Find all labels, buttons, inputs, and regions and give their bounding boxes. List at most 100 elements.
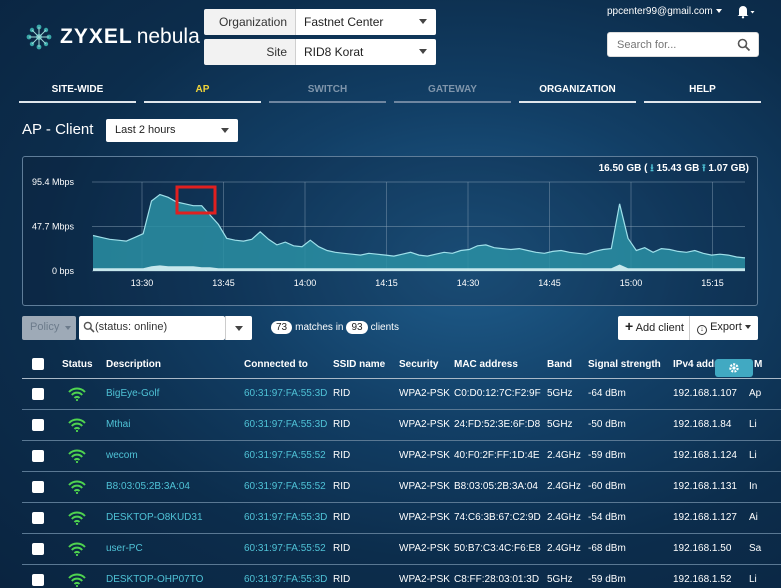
table-cell-connected-to[interactable]: 60:31:97:FA:55:3D [244,419,327,430]
matches-count: 73 [271,321,293,334]
x-tick-label: 14:00 [294,278,317,288]
tab-organization[interactable]: ORGANIZATION [519,80,636,103]
export-button[interactable]: ↓ Export [690,316,758,340]
table-row[interactable]: user-PC 60:31:97:FA:55:52 RID WPA2-PSK 50:B7… [22,534,781,565]
table-cell-description[interactable]: BigEye-Golf [106,388,159,399]
table-cell-mac: C0:D0:12:7C:F2:9F [454,388,541,399]
table-cell-extra: Sa [749,543,762,554]
table-cell-connected-to[interactable]: 60:31:97:FA:55:3D [244,388,327,399]
col-mac-address[interactable]: MAC address [454,359,518,370]
row-checkbox[interactable] [32,450,44,462]
policy-button[interactable]: Policy [22,316,76,340]
time-range-select[interactable]: Last 2 hours [106,119,238,142]
site-selector[interactable]: Site RID8 Korat [204,39,436,65]
add-client-button[interactable]: + Add client [618,316,690,340]
download-circle-icon: ↓ [697,325,707,335]
tab-ap[interactable]: AP [144,80,261,103]
wifi-signal-icon [68,387,86,402]
table-cell-connected-to[interactable]: 60:31:97:FA:55:3D [244,512,327,523]
col-connected-to[interactable]: Connected to [244,359,308,370]
col-signal-strength[interactable]: Signal strength [588,359,661,370]
table-cell-security: WPA2-PSK [399,419,450,430]
col-more[interactable]: M [754,359,762,370]
table-cell-connected-to[interactable]: 60:31:97:FA:55:3D [244,574,327,585]
row-checkbox[interactable] [32,574,44,586]
table-cell-ipv4: 192.168.1.84 [673,419,732,430]
table-cell-connected-to[interactable]: 60:31:97:FA:55:52 [244,450,326,461]
search-box[interactable] [607,32,759,57]
table-row[interactable]: Mthai 60:31:97:FA:55:3D RID WPA2-PSK 24:FD:5… [22,410,781,441]
col-ssid-name[interactable]: SSID name [333,359,385,370]
x-tick-label: 13:45 [212,278,235,288]
tab-help[interactable]: HELP [644,80,761,103]
tab-gateway[interactable]: GATEWAY [394,80,511,103]
table-cell-connected-to[interactable]: 60:31:97:FA:55:52 [244,543,326,554]
table-cell-security: WPA2-PSK [399,543,450,554]
table-cell-extra: Ai [749,512,758,523]
table-cell-security: WPA2-PSK [399,574,450,585]
col-ipv4-address[interactable]: IPv4 addr [673,359,718,370]
tab-switch[interactable]: SWITCH [269,80,386,103]
gear-icon [729,363,739,373]
table-cell-extra: Li [749,419,757,430]
y-tick-label: 47.7 Mbps [32,222,75,232]
select-all-checkbox[interactable] [32,358,44,370]
table-row[interactable]: wecom 60:31:97:FA:55:52 RID WPA2-PSK 40:F0:2… [22,441,781,472]
chevron-down-icon [235,326,243,331]
table-row[interactable]: BigEye-Golf 60:31:97:FA:55:3D RID WPA2-PSK C… [22,379,781,410]
tab-site-wide[interactable]: SITE-WIDE [19,80,136,103]
table-cell-signal: -68 dBm [588,543,626,554]
table-cell-mac: B8:03:05:2B:3A:04 [454,481,538,492]
table-cell-security: WPA2-PSK [399,388,450,399]
table-cell-band: 2.4GHz [547,481,581,492]
user-menu[interactable]: ppcenter99@gmail.com [607,6,722,17]
table-cell-ipv4: 192.168.1.52 [673,574,732,585]
notifications-button[interactable] [731,3,755,19]
brand-name: ZYXEL nebula [60,25,200,48]
site-label: Site [204,39,296,65]
table-cell-description[interactable]: user-PC [106,543,143,554]
table-cell-ssid: RID [333,450,351,461]
table-cell-mac: C8:FF:28:03:01:3D [454,574,540,585]
table-cell-description[interactable]: DESKTOP-OHP07TO [106,574,203,585]
row-checkbox[interactable] [32,419,44,431]
row-checkbox[interactable] [32,543,44,555]
table-header: Status Description Connected to SSID nam… [22,349,781,379]
organization-selector[interactable]: Organization Fastnet Center [204,9,436,35]
site-value[interactable]: RID8 Korat [296,39,436,65]
row-checkbox[interactable] [32,388,44,400]
client-filter-input[interactable]: (status: online) [79,316,225,340]
col-security[interactable]: Security [399,359,438,370]
wifi-signal-icon [68,480,86,495]
table-row[interactable]: DESKTOP-OHP07TO 60:31:97:FA:55:3D RID WPA2-… [22,565,781,588]
table-cell-description[interactable]: DESKTOP-O8KUD31 [106,512,203,523]
brand-logo[interactable]: ZYXEL nebula [24,22,200,52]
table-cell-mac: 74:C6:3B:67:C2:9D [454,512,541,523]
row-checkbox[interactable] [32,481,44,493]
col-description[interactable]: Description [106,359,161,370]
table-cell-description[interactable]: Mthai [106,419,130,430]
row-checkbox[interactable] [32,512,44,524]
table-cell-signal: -64 dBm [588,388,626,399]
table-cell-ipv4: 192.168.1.50 [673,543,732,554]
table-row[interactable]: B8:03:05:2B:3A:04 60:31:97:FA:55:52 RID WPA… [22,472,781,503]
col-band[interactable]: Band [547,359,572,370]
organization-value[interactable]: Fastnet Center [296,9,436,35]
table-cell-ipv4: 192.168.1.127 [673,512,737,523]
table-cell-mac: 50:B7:C3:4C:F6:E8 [454,543,541,554]
nebula-logo-icon [24,22,54,52]
table-cell-ipv4: 192.168.1.107 [673,388,737,399]
column-settings-button[interactable] [715,359,753,377]
table-cell-description[interactable]: wecom [106,450,138,461]
search-input[interactable] [617,39,737,51]
filter-dropdown-button[interactable] [225,316,252,340]
search-icon[interactable] [737,38,751,52]
table-cell-band: 2.4GHz [547,450,581,461]
table-cell-connected-to[interactable]: 60:31:97:FA:55:52 [244,481,326,492]
col-status[interactable]: Status [62,359,93,370]
table-row[interactable]: DESKTOP-O8KUD31 60:31:97:FA:55:3D RID WPA2-… [22,503,781,534]
table-cell-signal: -60 dBm [588,481,626,492]
chevron-down-icon [419,49,427,54]
y-tick-label: 0 bps [52,266,75,276]
table-cell-description[interactable]: B8:03:05:2B:3A:04 [106,481,190,492]
